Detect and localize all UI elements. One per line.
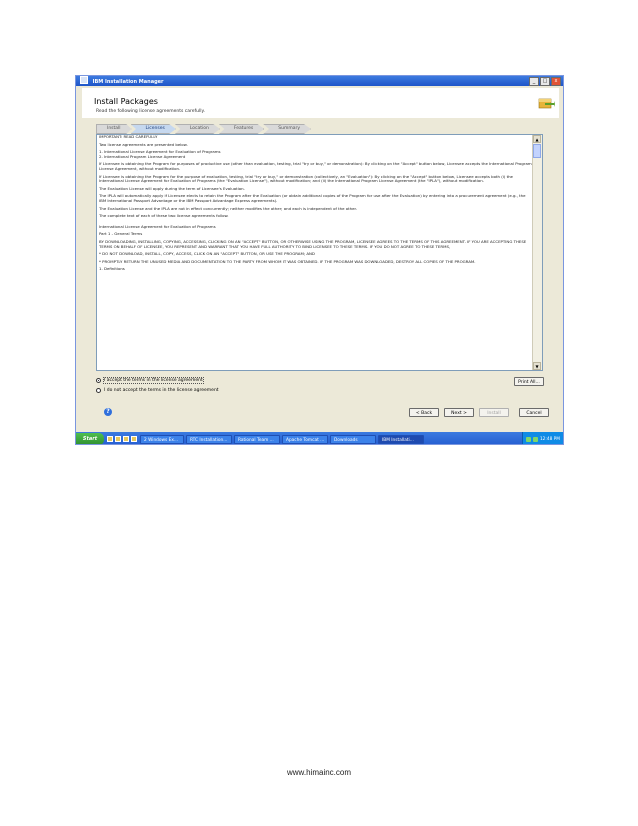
step-features: Features	[218, 124, 265, 134]
decline-radio[interactable]: I do not accept the terms in the license…	[96, 386, 219, 394]
step-install: Install	[96, 124, 132, 134]
footer-url: www.himainc.com	[286, 768, 351, 777]
print-all-button[interactable]: Print All...	[514, 377, 544, 386]
step-summary: Summary	[263, 124, 312, 134]
taskbar-item[interactable]: Rational Team ...	[234, 434, 280, 444]
license-paragraph: The Evaluation License will apply during…	[99, 185, 245, 191]
taskbar-item-active[interactable]: IBM Installati...	[378, 434, 424, 444]
license-choice: I accept the terms in the license agreem…	[96, 376, 219, 396]
accept-radio[interactable]: I accept the terms in the license agreem…	[96, 376, 219, 384]
system-tray: 12:48 PM	[521, 432, 563, 444]
accept-radio-label[interactable]: I accept the terms in the license agreem…	[103, 376, 204, 384]
radio-unselected-icon[interactable]	[96, 387, 101, 393]
windows-taskbar: Start 2 Windows Ex... RTC Installation..…	[76, 432, 563, 444]
license-paragraph: * PROMPTLY RETURN THE UNUSED MEDIA AND D…	[99, 258, 476, 264]
license-paragraph: The complete text of each of these two l…	[99, 213, 229, 219]
license-paragraph: The IPLA will automatically apply if Lic…	[99, 193, 526, 203]
license-paragraph: 1. Definitions	[99, 266, 125, 272]
license-paragraph: If Licensee is obtaining the Program for…	[99, 161, 532, 171]
license-paragraph: International License Agreement for Eval…	[99, 223, 216, 229]
quick-launch-icon[interactable]	[131, 436, 137, 442]
screenshot-window: IBM Installation Manager _ □ x Install P…	[75, 75, 564, 445]
license-paragraph: Part 1 - General Terms	[99, 231, 143, 237]
license-paragraph: BY DOWNLOADING, INSTALLING, COPYING, ACC…	[99, 238, 527, 249]
license-paragraph: Two license agreements are presented bel…	[99, 141, 188, 147]
taskbar-item[interactable]: RTC Installation...	[186, 434, 232, 444]
license-text-area[interactable]: IMPORTANT: READ CAREFULLY Two license ag…	[96, 134, 543, 371]
page-header: Install Packages Read the following lice…	[82, 88, 559, 118]
title-bar: IBM Installation Manager _ □ x	[76, 76, 563, 86]
scroll-thumb[interactable]	[533, 144, 541, 158]
start-button[interactable]: Start	[76, 433, 104, 444]
install-package-icon	[538, 98, 555, 109]
license-paragraph: IMPORTANT: READ CAREFULLY	[99, 134, 158, 139]
maximize-button[interactable]: □	[540, 77, 550, 86]
scroll-down-icon[interactable]: ▼	[533, 362, 541, 370]
clock[interactable]: 12:48 PM	[540, 437, 560, 442]
decline-radio-label[interactable]: I do not accept the terms in the license…	[104, 388, 219, 393]
license-paragraph: * DO NOT DOWNLOAD, INSTALL, COPY, ACCESS…	[99, 251, 315, 257]
taskbar-item[interactable]: Downloads	[330, 434, 376, 444]
license-paragraph: If Licensee is obtaining the Program for…	[99, 173, 513, 184]
quick-launch-icon[interactable]	[107, 436, 113, 442]
scroll-up-icon[interactable]: ▲	[533, 135, 541, 143]
wizard-steps: Install Licenses Location Features Summa…	[96, 124, 312, 134]
next-button[interactable]: Next >	[444, 408, 474, 417]
quick-launch-icon[interactable]	[115, 436, 121, 442]
app-icon	[80, 76, 88, 84]
close-button[interactable]: x	[551, 77, 561, 86]
install-button[interactable]: Install	[479, 408, 509, 417]
help-icon[interactable]: ?	[104, 408, 112, 416]
taskbar-item[interactable]: 2 Windows Ex...	[140, 434, 184, 444]
step-location: Location	[174, 124, 220, 134]
license-scrollbar[interactable]: ▲ ▼	[532, 135, 542, 370]
quick-launch	[107, 436, 137, 442]
minimize-button[interactable]: _	[529, 77, 539, 86]
tray-icon[interactable]	[525, 436, 531, 442]
quick-launch-icon[interactable]	[123, 436, 129, 442]
radio-selected-icon[interactable]	[96, 377, 101, 383]
window-title: IBM Installation Manager	[92, 79, 164, 85]
license-paragraph: 1. International License Agreement for E…	[99, 149, 221, 159]
tray-icon[interactable]	[532, 436, 538, 442]
cancel-button[interactable]: Cancel	[519, 408, 549, 417]
back-button[interactable]: < Back	[409, 408, 439, 417]
page-title: Install Packages	[94, 97, 158, 106]
page-subtitle: Read the following license agreements ca…	[96, 109, 205, 114]
step-licenses: Licenses	[130, 124, 176, 134]
license-paragraph: The Evaluation License and the IPLA are …	[99, 205, 357, 211]
taskbar-item[interactable]: Apache Tomcat ...	[282, 434, 328, 444]
